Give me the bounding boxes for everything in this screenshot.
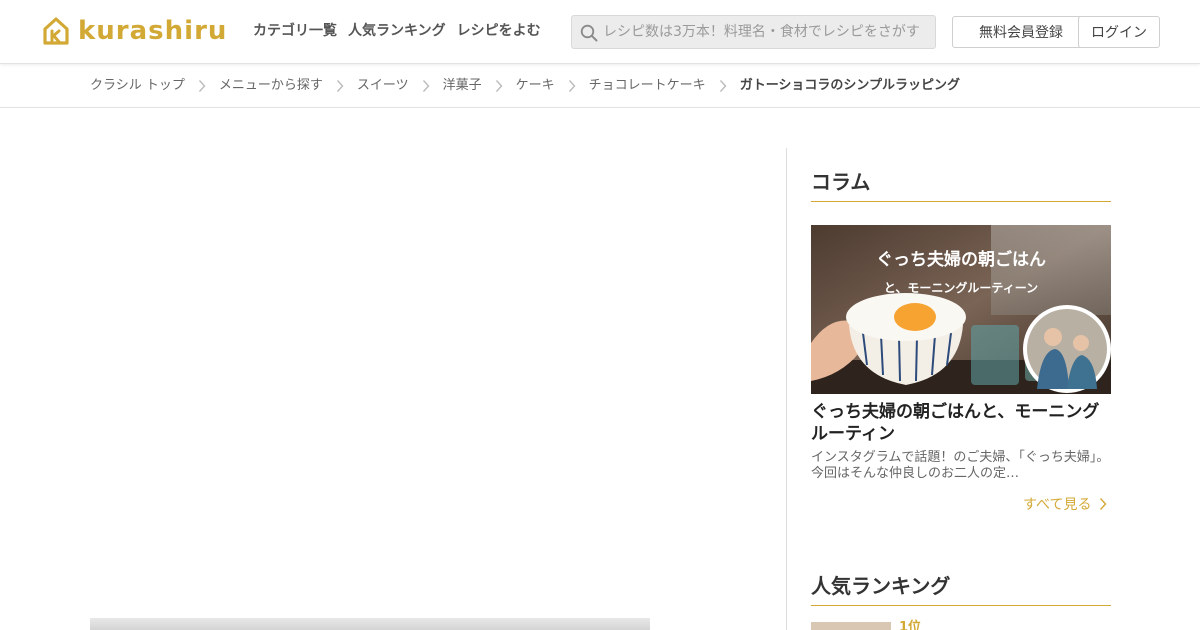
breadcrumb-item-sweets[interactable]: スイーツ <box>357 76 409 96</box>
nav-read-recipes[interactable]: レシピをよむ <box>457 20 541 42</box>
column-thumbnail-title: ぐっち夫婦の朝ごはん <box>876 249 1046 270</box>
ranking-item-rank: 1位 <box>899 620 922 630</box>
logo-text: kurashiru <box>78 16 228 46</box>
sidebar-divider <box>786 148 787 630</box>
nav-ranking[interactable]: 人気ランキング <box>348 20 446 42</box>
nav-categories[interactable]: カテゴリ一覧 <box>253 20 337 42</box>
breadcrumb: クラシル トップ メニューから探す スイーツ 洋菓子 ケーキ チョコレートケーキ… <box>0 64 1200 108</box>
site-logo[interactable]: kurashiru <box>40 14 227 48</box>
recipe-video-player[interactable] <box>90 618 650 630</box>
chevron-right-icon <box>336 80 344 92</box>
chevron-right-icon <box>198 80 206 92</box>
search-box[interactable] <box>571 15 936 49</box>
see-all-label: すべて見る <box>1023 497 1092 513</box>
site-header: kurashiru カテゴリ一覧 人気ランキング レシピをよむ 無料会員登録 ロ… <box>0 0 1200 64</box>
breadcrumb-item-menu[interactable]: メニューから探す <box>219 76 323 96</box>
column-section-title: コラム <box>811 169 1111 202</box>
column-title[interactable]: ぐっち夫婦の朝ごはんと、モーニングルーティン <box>811 401 1111 445</box>
register-button[interactable]: 無料会員登録 <box>952 16 1090 48</box>
search-input[interactable] <box>603 16 933 48</box>
ranking-item-thumbnail[interactable] <box>811 622 891 630</box>
chevron-right-icon <box>568 80 576 92</box>
breadcrumb-item-cake[interactable]: ケーキ <box>516 76 555 96</box>
login-button[interactable]: ログイン <box>1078 16 1160 48</box>
chevron-right-icon <box>422 80 430 92</box>
search-icon <box>580 24 598 42</box>
column-thumbnail-subtitle: と、モーニングルーティーン <box>884 280 1038 295</box>
breadcrumb-item-chocolate-cake[interactable]: チョコレートケーキ <box>589 76 706 96</box>
main-nav: カテゴリ一覧 人気ランキング レシピをよむ <box>253 20 541 42</box>
breadcrumb-item-top[interactable]: クラシル トップ <box>90 76 185 96</box>
ranking-section-title: 人気ランキング <box>811 573 1111 606</box>
chevron-right-icon <box>719 80 727 92</box>
chevron-right-icon <box>1100 498 1107 510</box>
kurashiru-logo-icon <box>43 17 69 45</box>
column-description: インスタグラムで話題！のご夫婦、「ぐっち夫婦」。 今回はそんな仲良しのお二人の定… <box>811 450 1110 481</box>
chevron-right-icon <box>495 80 503 92</box>
breadcrumb-item-current: ガトーショコラのシンプルラッピング <box>739 78 961 93</box>
column-thumbnail-image: ぐっち夫婦の朝ごはん と、モーニングルーティーン <box>811 225 1111 394</box>
breadcrumb-item-western-sweets[interactable]: 洋菓子 <box>443 76 482 96</box>
column-thumbnail[interactable]: ぐっち夫婦の朝ごはん と、モーニングルーティーン <box>811 225 1111 394</box>
see-all-link[interactable]: すべて見る <box>1023 494 1107 514</box>
